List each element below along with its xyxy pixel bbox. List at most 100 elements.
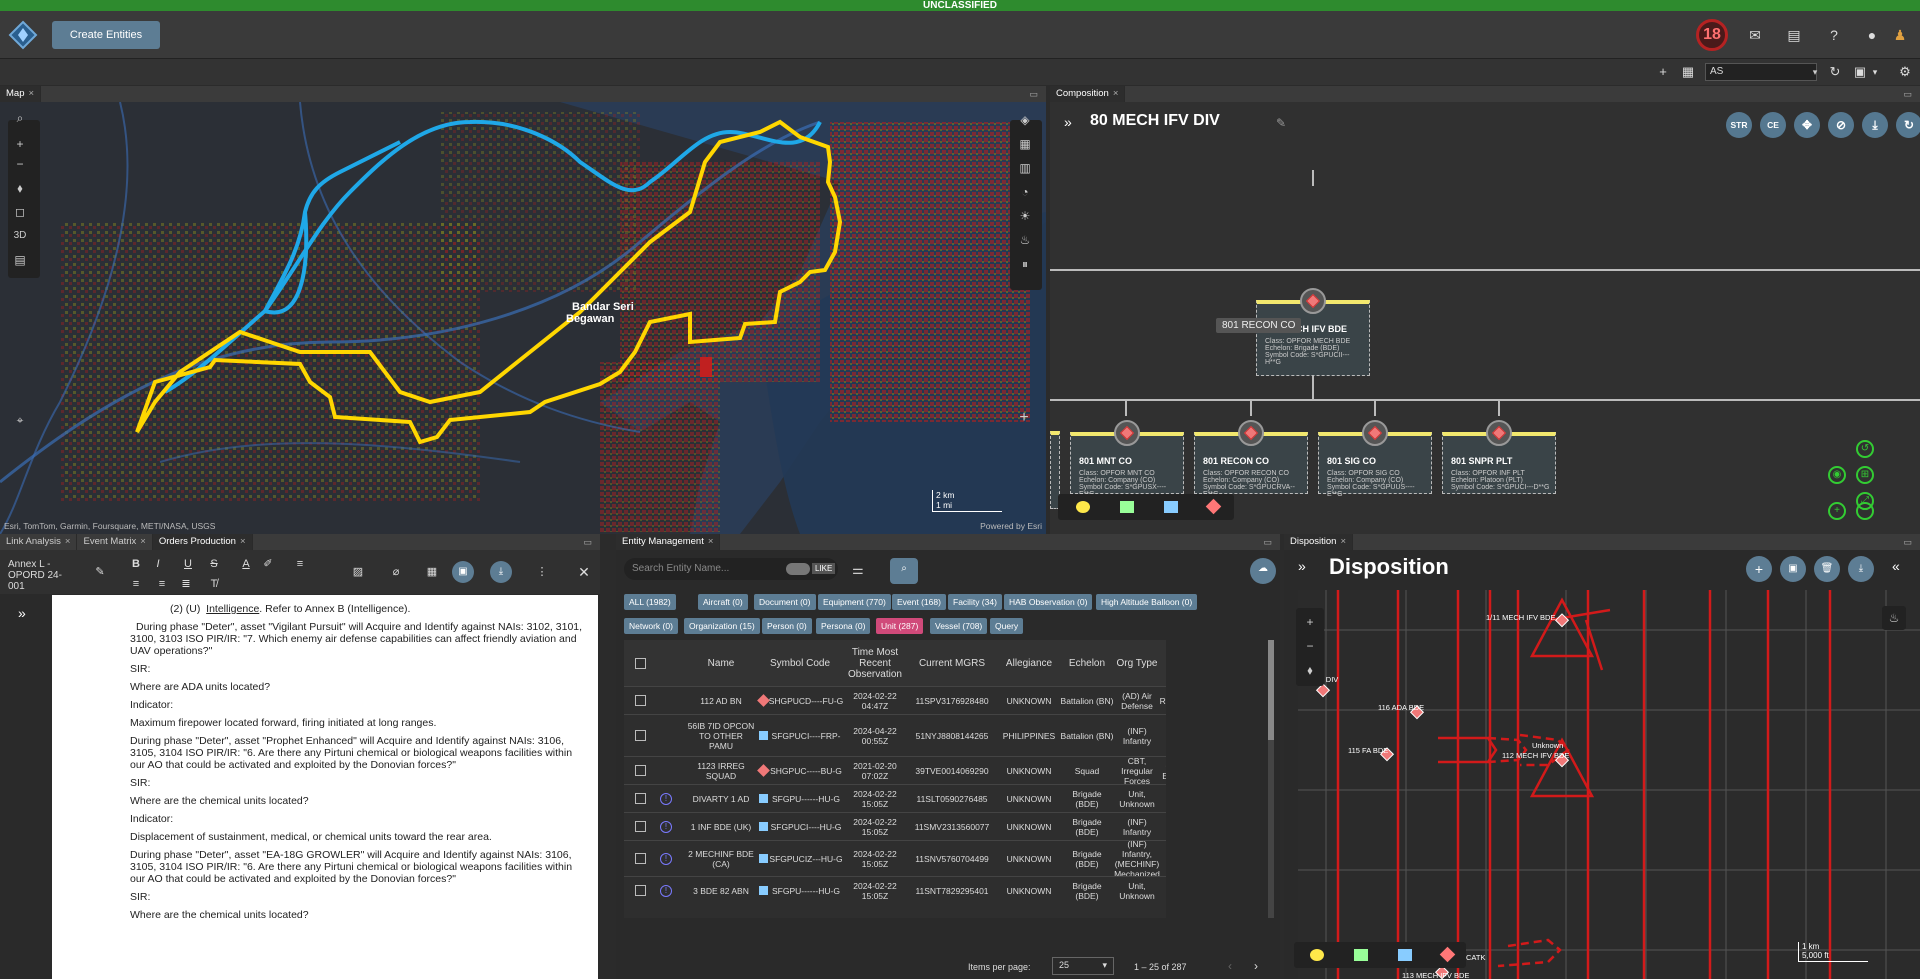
- filter-chip[interactable]: Aircraft (0): [698, 594, 748, 610]
- tab-disposition[interactable]: Disposition ×: [1284, 534, 1354, 550]
- org-node-child[interactable]: 801 MNT CO Class: OPFOR MNT CO Echelon: …: [1070, 420, 1184, 498]
- row-checkbox[interactable]: [628, 813, 652, 840]
- table-row[interactable]: ! 3 BDE 82 ABN SFGPU------HU-G 2024-02-22 1…: [624, 876, 1166, 904]
- col-mgrs[interactable]: Current MGRS: [906, 640, 998, 686]
- clear-format-icon[interactable]: T̸: [206, 576, 222, 592]
- hostile-legend-icon[interactable]: [1205, 498, 1222, 515]
- chat-icon[interactable]: ▤: [1784, 25, 1804, 45]
- table-row[interactable]: ! DIVARTY 1 AD SFGPU------HU-G 2024-02-22 1…: [624, 784, 1166, 812]
- col-symbol-code[interactable]: Symbol Code: [756, 640, 844, 686]
- search-toggle[interactable]: [786, 563, 810, 575]
- filter-chip[interactable]: Facility (34): [948, 594, 1002, 610]
- tree-icon[interactable]: ◉: [1828, 466, 1846, 484]
- disposition-canvas[interactable]: 1/11 MECH IFV BDE 11 MECH IFV DIV 116 AD…: [1284, 590, 1920, 979]
- zoom-out-icon[interactable]: −: [1298, 634, 1322, 658]
- filter-chip[interactable]: Equipment (770): [818, 594, 891, 610]
- friend-legend-icon[interactable]: [1164, 501, 1178, 513]
- advanced-search-icon[interactable]: ⌕: [890, 558, 918, 584]
- tab-orders-production[interactable]: Orders Production ×: [152, 534, 253, 550]
- underline-icon[interactable]: U: [180, 556, 196, 572]
- expand-outline-icon[interactable]: »: [18, 605, 26, 621]
- user-icon[interactable]: ●: [1862, 25, 1882, 45]
- close-icon[interactable]: ×: [1113, 88, 1119, 99]
- mail-icon[interactable]: ✉: [1745, 25, 1765, 45]
- align-right-icon[interactable]: ≡: [154, 576, 170, 592]
- save-icon[interactable]: ▣: [1780, 556, 1806, 582]
- edit-pencil-icon[interactable]: ✎: [92, 564, 108, 580]
- basemap-icon[interactable]: ▥: [1013, 156, 1037, 180]
- download-icon[interactable]: ⤓: [1862, 112, 1888, 138]
- friendly-legend-icon[interactable]: [1076, 501, 1090, 513]
- filter-chip[interactable]: Organization (15): [684, 618, 760, 634]
- filter-chip[interactable]: Unit (287): [876, 618, 924, 634]
- daylight-icon[interactable]: ☀: [1013, 204, 1037, 228]
- close-icon[interactable]: ×: [28, 88, 34, 99]
- table-row[interactable]: 112 AD BN SHGPUCD----FU-G 2024-02-22 04:47…: [624, 686, 1166, 714]
- settings-gear-icon[interactable]: ⚙: [1896, 63, 1914, 81]
- compass-icon[interactable]: ⬧: [1298, 658, 1322, 682]
- download-icon[interactable]: ⤓: [490, 561, 512, 583]
- filter-chip[interactable]: High Altitude Balloon (0): [1096, 594, 1198, 610]
- close-icon[interactable]: ✕: [576, 564, 592, 580]
- align-center-icon[interactable]: ≡: [128, 576, 144, 592]
- table-row[interactable]: ! 2 MECHINF BDE (CA) SFGPUCIZ---HU-G 2024-0…: [624, 839, 1166, 879]
- tab-link-analysis[interactable]: Link Analysis ×: [0, 534, 78, 550]
- info-icon[interactable]: !: [654, 785, 678, 812]
- save-menu-chevron-icon[interactable]: ▾: [1866, 63, 1884, 81]
- create-entities-button[interactable]: Create Entities: [52, 21, 160, 49]
- image-icon[interactable]: ▨: [350, 564, 366, 580]
- row-checkbox[interactable]: [628, 757, 652, 784]
- link-green-icon[interactable]: ↺: [1856, 440, 1874, 458]
- delete-icon[interactable]: 🗑: [1814, 556, 1840, 582]
- str-button[interactable]: STR: [1726, 112, 1752, 138]
- filter-chip[interactable]: Vessel (708): [930, 618, 988, 634]
- tab-map[interactable]: Map ×: [0, 86, 42, 102]
- filter-chip[interactable]: Document (0): [754, 594, 816, 610]
- zoom-out-icon[interactable]: −: [8, 152, 32, 176]
- org-node-child[interactable]: 801 RECON CO Class: OPFOR RECON CO Echel…: [1194, 420, 1308, 498]
- document-body[interactable]: (2) (U) Intelligence. Refer to Annex B (…: [52, 595, 598, 979]
- like-toggle[interactable]: LIKE: [812, 563, 836, 574]
- more-vertical-icon[interactable]: ⋮: [534, 564, 550, 580]
- ce-button[interactable]: CE: [1760, 112, 1786, 138]
- close-icon[interactable]: ×: [240, 536, 246, 547]
- table-row[interactable]: 1123 IRREG SQUAD SHGPUC-----BU-G 2021-02-2…: [624, 756, 1166, 786]
- map-canvas[interactable]: Bandar Seri Begawan ⌕ + − ⬧ ◻ 3D ▤ ⌖ ◈ ▦…: [0, 101, 1046, 534]
- filter-sliders-icon[interactable]: ⚌: [852, 562, 864, 578]
- gauge-icon[interactable]: ◔: [1013, 180, 1037, 204]
- text-color-icon[interactable]: A: [238, 556, 254, 572]
- zoom-out-icon[interactable]: −: [1856, 502, 1874, 520]
- tab-event-matrix[interactable]: Event Matrix ×: [77, 534, 153, 550]
- locate-icon[interactable]: ⌖: [8, 408, 32, 432]
- pause-icon[interactable]: ⏸: [1013, 252, 1037, 276]
- zoom-in-icon[interactable]: +: [1828, 502, 1846, 520]
- info-icon[interactable]: !: [654, 813, 678, 840]
- attach-icon[interactable]: ⌀: [388, 564, 404, 580]
- justify-icon[interactable]: ≣: [178, 576, 194, 592]
- maximize-icon[interactable]: ▭: [1903, 89, 1912, 100]
- compass-icon[interactable]: ⬧: [8, 176, 32, 200]
- print-icon[interactable]: ▤: [8, 248, 32, 272]
- section-link[interactable]: Intelligence: [206, 603, 259, 615]
- prev-page-icon[interactable]: ‹: [1228, 959, 1232, 973]
- move-icon[interactable]: ✥: [1794, 112, 1820, 138]
- refresh-icon[interactable]: ↻: [1826, 63, 1844, 81]
- row-checkbox[interactable]: [628, 877, 652, 904]
- zoom-in-icon[interactable]: +: [1298, 610, 1322, 634]
- maximize-icon[interactable]: ▭: [1029, 89, 1038, 100]
- col-time[interactable]: Time Most Recent Observation: [844, 640, 906, 686]
- filter-chip[interactable]: HAB Observation (0): [1004, 594, 1093, 610]
- add-icon[interactable]: +: [1654, 63, 1672, 81]
- info-icon[interactable]: !: [654, 877, 678, 904]
- save-icon[interactable]: ▣: [452, 561, 474, 583]
- layers-icon[interactable]: ◈: [1013, 108, 1037, 132]
- powered-by[interactable]: Powered by Esri: [980, 521, 1042, 531]
- branch-icon[interactable]: ⊞: [1856, 466, 1874, 484]
- org-node-root[interactable]: 801 MECH IFV BDE Class: OPFOR MECH BDE E…: [1256, 288, 1370, 376]
- layout-icon[interactable]: ▦: [1679, 63, 1697, 81]
- neutral-legend-icon[interactable]: [1354, 949, 1368, 961]
- notification-badge[interactable]: 18: [1696, 19, 1728, 51]
- maximize-icon[interactable]: ▭: [1903, 537, 1912, 548]
- next-page-icon[interactable]: ›: [1254, 959, 1258, 973]
- expand-plus-icon[interactable]: +: [1012, 406, 1036, 430]
